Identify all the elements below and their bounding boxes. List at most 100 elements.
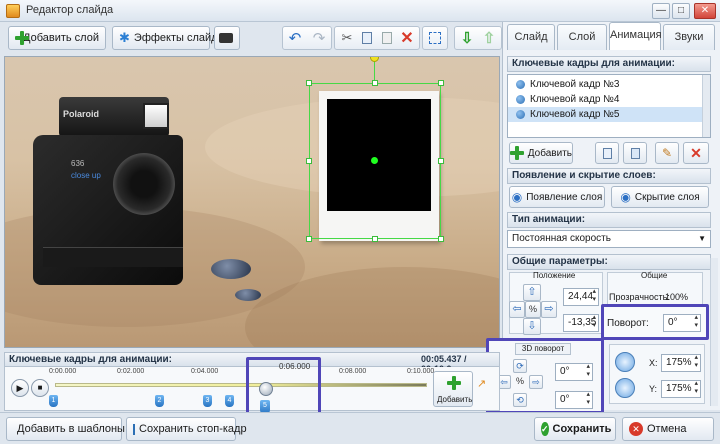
zoom-in-icon[interactable] bbox=[615, 352, 635, 372]
scale-x-label: X: bbox=[649, 358, 658, 368]
paste-icon[interactable] bbox=[376, 26, 398, 50]
pin-icon bbox=[516, 80, 525, 89]
save-frame-button[interactable]: Сохранить стоп-кадр bbox=[126, 417, 247, 441]
brush-keyframe-button[interactable]: ✎ bbox=[655, 142, 679, 164]
close-button[interactable]: ✕ bbox=[694, 3, 716, 19]
camera-model: 636 bbox=[71, 159, 85, 168]
plus-icon bbox=[15, 31, 30, 45]
tick-label: 0:10.000 bbox=[407, 368, 435, 375]
preview-button[interactable] bbox=[214, 26, 240, 50]
tab-layer[interactable]: Слой bbox=[557, 24, 607, 50]
tab-slide[interactable]: Слайд bbox=[507, 24, 555, 50]
rotation-3d-y-input[interactable]: 0° bbox=[555, 391, 593, 409]
scale-y-input[interactable]: 175% bbox=[661, 380, 701, 398]
appear-header: Появление и скрытие слоев: bbox=[507, 168, 711, 184]
rotation-3d-x-input[interactable]: 0° bbox=[555, 363, 593, 381]
copy-icon[interactable] bbox=[356, 26, 378, 50]
panel-scrollbar[interactable] bbox=[710, 258, 718, 406]
keyframe-tool-icon[interactable]: ↗ bbox=[477, 377, 486, 390]
keyframe-marker[interactable]: 4 bbox=[225, 395, 234, 407]
resize-handle[interactable] bbox=[306, 80, 312, 86]
copy-keyframe-button[interactable] bbox=[595, 142, 619, 164]
hide-layer-button[interactable]: ◉ Скрытие слоя bbox=[611, 186, 709, 208]
tab-sounds[interactable]: Звуки bbox=[663, 24, 715, 50]
keyframe-marker[interactable]: 1 bbox=[49, 395, 58, 407]
list-item[interactable]: Ключевой кадр №5 bbox=[508, 107, 710, 122]
cancel-icon: ✕ bbox=[629, 422, 643, 436]
slide-effects-button[interactable]: ✱ Эффекты слайда bbox=[112, 26, 224, 50]
title-bar: Редактор слайда — □ ✕ bbox=[0, 0, 720, 22]
delete-icon[interactable]: ✕ bbox=[396, 26, 418, 50]
camera-brand: Polaroid bbox=[63, 109, 100, 119]
save-button[interactable]: ✓ Сохранить bbox=[534, 417, 616, 441]
general-label: Общие bbox=[641, 271, 668, 280]
chevron-down-icon: ▼ bbox=[698, 234, 706, 243]
undo-icon[interactable]: ↶ bbox=[284, 26, 306, 50]
playhead-knob[interactable] bbox=[259, 382, 273, 396]
tab-animation[interactable]: Анимация bbox=[609, 22, 662, 50]
paste-keyframe-button[interactable] bbox=[623, 142, 647, 164]
scale-y-label: Y: bbox=[649, 384, 658, 394]
stop-button[interactable]: ■ bbox=[31, 379, 49, 397]
list-item[interactable]: Ключевой кадр №3 bbox=[508, 77, 710, 92]
maximize-button[interactable]: □ bbox=[672, 3, 690, 19]
cut-icon[interactable]: ✂ bbox=[336, 26, 358, 50]
position-y-input[interactable]: -13,35 bbox=[563, 314, 599, 332]
rotation-input[interactable]: 0° bbox=[663, 314, 701, 332]
keyframe-list[interactable]: Ключевой кадр №3 Ключевой кадр №4 Ключев… bbox=[507, 74, 711, 138]
toolbar: Добавить слой ✱ Эффекты слайда ↶ ↷ ✂ ✕ ⇩… bbox=[4, 24, 502, 54]
align-icon[interactable] bbox=[424, 26, 446, 50]
add-layer-button[interactable]: Добавить слой bbox=[8, 26, 106, 50]
resize-handle[interactable] bbox=[438, 80, 444, 86]
scale-x-input[interactable]: 175% bbox=[661, 354, 701, 372]
resize-handle[interactable] bbox=[372, 236, 378, 242]
center-button[interactable]: % bbox=[525, 301, 541, 318]
timeline-track[interactable] bbox=[55, 383, 427, 387]
window-title: Редактор слайда bbox=[26, 4, 114, 16]
rotate-3d-right-button[interactable]: ⇨ bbox=[529, 375, 543, 389]
pin-icon bbox=[516, 110, 525, 119]
zoom-out-icon[interactable] bbox=[615, 378, 635, 398]
move-right-button[interactable]: ⇨ bbox=[541, 301, 557, 318]
move-up-icon[interactable]: ⇧ bbox=[478, 26, 500, 50]
camera-icon bbox=[219, 33, 233, 43]
camera-sub: close up bbox=[71, 171, 101, 180]
move-up-button[interactable]: ⇧ bbox=[523, 284, 541, 301]
resize-handle[interactable] bbox=[306, 236, 312, 242]
save-template-button[interactable]: Добавить в шаблоны bbox=[6, 417, 125, 441]
keyframe-marker[interactable]: 2 bbox=[155, 395, 164, 407]
redo-icon[interactable]: ↷ bbox=[308, 26, 330, 50]
rotation-handle[interactable] bbox=[370, 57, 379, 62]
timeline-add-button[interactable]: Добавить bbox=[433, 371, 473, 407]
list-item[interactable]: Ключевой кадр №4 bbox=[508, 92, 710, 107]
move-left-button[interactable]: ⇦ bbox=[509, 301, 525, 318]
rotate-3d-up-button[interactable]: ⟳ bbox=[513, 359, 527, 373]
sparkle-icon: ✱ bbox=[119, 30, 130, 45]
resize-handle[interactable] bbox=[438, 158, 444, 164]
move-down-icon[interactable]: ⇩ bbox=[456, 26, 478, 50]
appear-layer-button[interactable]: ◉ Появление слоя bbox=[509, 186, 605, 208]
rotate-3d-down-button[interactable]: ⟲ bbox=[513, 393, 527, 407]
list-scrollbar[interactable] bbox=[702, 75, 710, 137]
plus-icon bbox=[510, 146, 524, 160]
resize-handle[interactable] bbox=[438, 236, 444, 242]
cancel-button[interactable]: ✕ Отмена bbox=[622, 417, 714, 441]
add-layer-label: Добавить слой bbox=[23, 32, 99, 44]
resize-handle[interactable] bbox=[372, 80, 378, 86]
anim-type-select[interactable]: Постоянная скорость ▼ bbox=[507, 230, 711, 248]
camera-image[interactable]: Polaroid 636 close up bbox=[23, 97, 199, 295]
move-down-button[interactable]: ⇩ bbox=[523, 318, 541, 335]
add-keyframe-button[interactable]: Добавить bbox=[509, 142, 573, 164]
keyframe-marker[interactable]: 3 bbox=[203, 395, 212, 407]
params-header: Общие параметры: bbox=[507, 254, 711, 270]
anchor-point[interactable] bbox=[371, 157, 378, 164]
delete-keyframe-button[interactable]: ✕ bbox=[683, 142, 709, 164]
minimize-button[interactable]: — bbox=[652, 3, 670, 19]
slide-canvas[interactable]: Polaroid 636 close up bbox=[4, 56, 500, 348]
play-button[interactable]: ▶ bbox=[11, 379, 29, 397]
rotate-3d-reset-icon[interactable]: % bbox=[513, 376, 527, 390]
position-x-input[interactable]: 24,44 bbox=[563, 288, 599, 306]
tick-label: 0:02.000 bbox=[117, 368, 145, 375]
resize-handle[interactable] bbox=[306, 158, 312, 164]
opacity-value[interactable]: 100% bbox=[665, 292, 688, 302]
